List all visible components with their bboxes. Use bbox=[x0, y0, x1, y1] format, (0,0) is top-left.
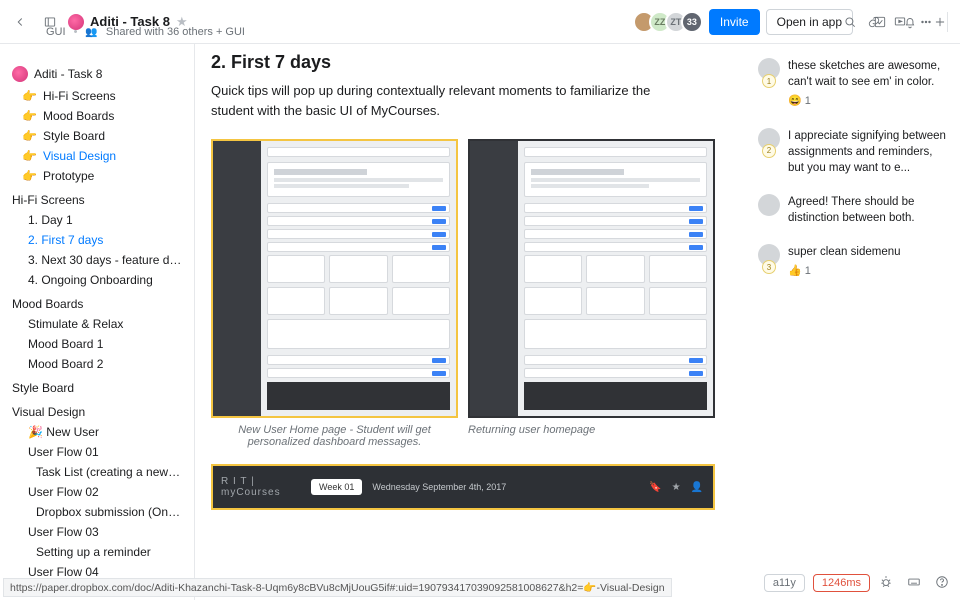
comment[interactable]: 1 these sketches are awesome, can't wait … bbox=[758, 58, 950, 110]
bell-icon[interactable] bbox=[898, 10, 922, 34]
a11y-badge[interactable]: a11y bbox=[764, 574, 805, 592]
sidebar-subitem[interactable]: 2. First 7 days bbox=[0, 230, 194, 250]
latency-badge[interactable]: 1246ms bbox=[813, 574, 870, 592]
comment[interactable]: 2 I appreciate signifying between assignm… bbox=[758, 128, 950, 176]
sidebar-doc-title[interactable]: Aditi - Task 8 bbox=[0, 62, 194, 86]
sidebar-subitem-child[interactable]: Dropbox submission (On time for a s... bbox=[0, 502, 194, 522]
sidebar-section[interactable]: Hi-Fi Screens bbox=[0, 190, 194, 210]
sidebar-section[interactable]: Style Board bbox=[0, 378, 194, 398]
sidebar-subitem[interactable]: 1. Day 1 bbox=[0, 210, 194, 230]
topbar: Aditi - Task 8 ★ GUI • 👥 Shared with 36 … bbox=[0, 0, 960, 44]
sidebar-item[interactable]: 👉Hi-Fi Screens bbox=[0, 86, 194, 106]
tasks-icon[interactable] bbox=[868, 10, 892, 34]
sidebar-subitem[interactable]: 4. Ongoing Onboarding bbox=[0, 270, 194, 290]
mockup-hero-nav[interactable]: R I T | myCourses Week 01 Wednesday Sept… bbox=[211, 464, 715, 510]
comment[interactable]: 3 super clean sidemenu👍 1 bbox=[758, 244, 950, 279]
sidebar-subitem-child[interactable]: Task List (creating a new task and che..… bbox=[0, 462, 194, 482]
search-icon[interactable] bbox=[838, 10, 862, 34]
sidebar-subitem[interactable]: 🎉 New User bbox=[0, 422, 194, 442]
comments-panel: 1 these sketches are awesome, can't wait … bbox=[750, 44, 960, 600]
comment-text: I appreciate signifying between assignme… bbox=[788, 128, 950, 176]
invite-button[interactable]: Invite bbox=[709, 9, 760, 35]
sidebar-subitem[interactable]: User Flow 01 bbox=[0, 442, 194, 462]
sidebar-section[interactable]: Visual Design bbox=[0, 402, 194, 422]
back-icon[interactable] bbox=[8, 10, 32, 34]
avatar bbox=[758, 194, 780, 216]
outline-sidebar: Aditi - Task 8 👉Hi-Fi Screens👉Mood Board… bbox=[0, 44, 195, 600]
avatar: 1 bbox=[758, 58, 780, 80]
sidebar-section[interactable]: Mood Boards bbox=[0, 294, 194, 314]
comment-reaction[interactable]: 👍 1 bbox=[788, 264, 901, 279]
comment-reaction[interactable]: 😄 1 bbox=[788, 94, 950, 109]
sidebar-subitem[interactable]: 3. Next 30 days - feature discovery bbox=[0, 250, 194, 270]
help-icon[interactable] bbox=[932, 572, 952, 592]
sidebar-subitem[interactable]: Mood Board 2 bbox=[0, 354, 194, 374]
caption-left: New User Home page - Student will get pe… bbox=[211, 424, 458, 448]
footer-badges: a11y 1246ms bbox=[764, 574, 870, 592]
comment-text: super clean sidemenu👍 1 bbox=[788, 244, 901, 279]
sidebar-item[interactable]: 👉Visual Design bbox=[0, 146, 194, 166]
sidebar-item[interactable]: 👉Style Board bbox=[0, 126, 194, 146]
section-paragraph: Quick tips will pop up during contextual… bbox=[211, 81, 691, 121]
sidebar-subitem[interactable]: User Flow 02 bbox=[0, 482, 194, 502]
sidebar-item[interactable]: 👉Mood Boards bbox=[0, 106, 194, 126]
avatar: 3 bbox=[758, 244, 780, 266]
facepile[interactable]: ZZ ZT 33 bbox=[639, 11, 703, 33]
sidebar-item[interactable]: 👉Prototype bbox=[0, 166, 194, 186]
sidebar-subitem[interactable]: Mood Board 1 bbox=[0, 334, 194, 354]
comment-text: Agreed! There should be distinction betw… bbox=[788, 194, 950, 226]
status-bar: https://paper.dropbox.com/doc/Aditi-Khaz… bbox=[3, 578, 672, 597]
mockup-returning-user[interactable] bbox=[468, 139, 715, 418]
sidebar-subitem[interactable]: User Flow 03 bbox=[0, 522, 194, 542]
bug-icon[interactable] bbox=[876, 572, 896, 592]
right-tools bbox=[838, 10, 952, 34]
section-heading: 2. First 7 days bbox=[211, 52, 734, 73]
plus-icon[interactable] bbox=[928, 10, 952, 34]
sidebar-subitem[interactable]: Stimulate & Relax bbox=[0, 314, 194, 334]
comment-text: these sketches are awesome, can't wait t… bbox=[788, 58, 950, 110]
shared-text[interactable]: Shared with 36 others + GUI bbox=[106, 26, 245, 38]
sidebar-subitem-child[interactable]: Setting up a reminder bbox=[0, 542, 194, 562]
mockup-new-user[interactable] bbox=[211, 139, 458, 418]
keyboard-icon[interactable] bbox=[904, 572, 924, 592]
main-content: 2. First 7 days Quick tips will pop up d… bbox=[195, 44, 750, 600]
breadcrumb[interactable]: GUI bbox=[46, 26, 66, 38]
avatar: 2 bbox=[758, 128, 780, 150]
image-row bbox=[211, 139, 734, 418]
doc-subline: GUI • 👥 Shared with 36 others + GUI bbox=[46, 26, 245, 38]
caption-right: Returning user homepage bbox=[468, 424, 595, 448]
comment[interactable]: Agreed! There should be distinction betw… bbox=[758, 194, 950, 226]
